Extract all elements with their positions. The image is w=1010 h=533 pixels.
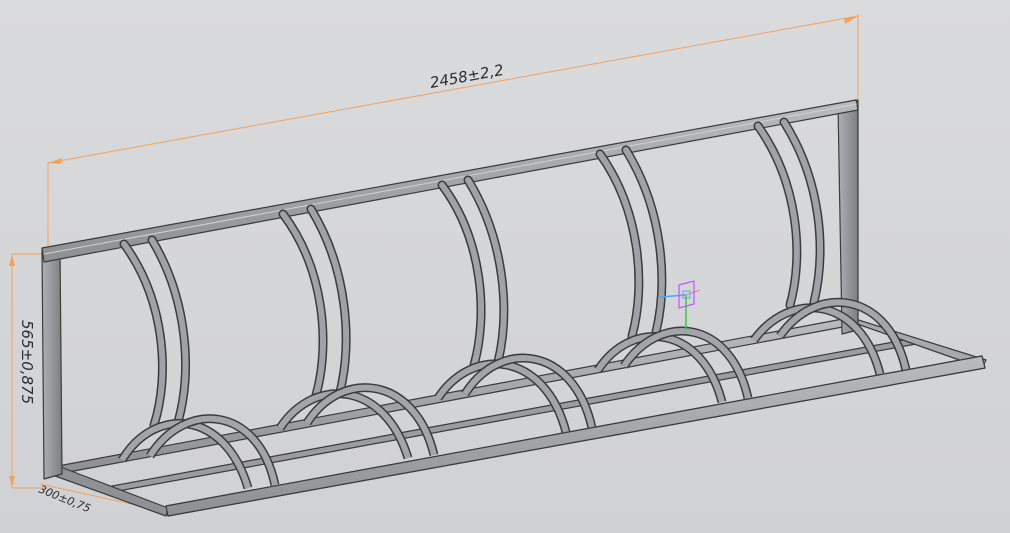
3d-viewport[interactable]: 2458±2,2 565±0,875 300±0,75 (0, 0, 1010, 533)
top-rail[interactable] (41, 99, 859, 263)
height-dimension[interactable]: 565±0,875 (9, 253, 44, 489)
front-rail[interactable] (165, 355, 986, 517)
height-dimension-label: 565±0,875 (18, 320, 36, 404)
left-post[interactable] (41, 246, 63, 480)
depth-dimension-label: 300±0,75 (37, 483, 93, 516)
bike-rack-model[interactable]: 2458±2,2 565±0,875 300±0,75 (0, 0, 1010, 533)
